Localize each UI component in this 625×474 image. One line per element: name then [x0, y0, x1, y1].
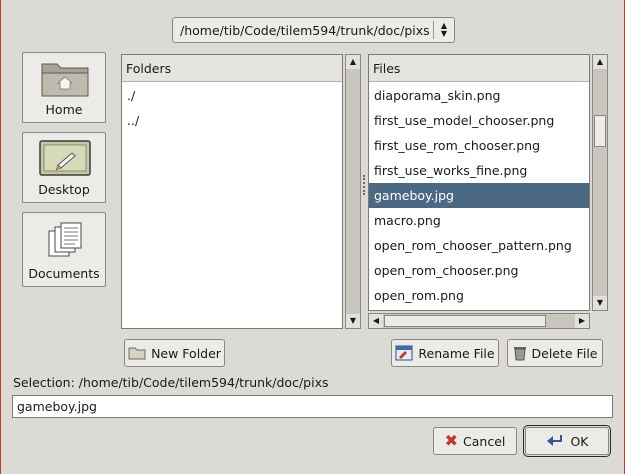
file-row[interactable]: first_use_rom_chooser.png: [369, 133, 589, 158]
scroll-right-arrow-icon[interactable]: ▶: [575, 314, 589, 328]
folders-list[interactable]: Folders ./ ../: [121, 54, 343, 329]
hscroll-thumb[interactable]: [384, 315, 546, 327]
delete-file-button[interactable]: Delete File: [507, 339, 603, 367]
files-header[interactable]: Files: [369, 55, 589, 82]
path-combo[interactable]: /home/tib/Code/tilem594/trunk/doc/pixs ▲…: [172, 17, 455, 43]
file-row[interactable]: open_rom_chooser_pattern.png: [369, 233, 589, 258]
scroll-up-arrow-icon[interactable]: ▲: [346, 55, 360, 69]
rename-file-label: Rename File: [418, 345, 495, 361]
ok-button[interactable]: OK: [523, 425, 611, 457]
delete-file-label: Delete File: [531, 345, 598, 361]
file-row[interactable]: diaporama_skin.png: [369, 83, 589, 108]
trash-icon: [513, 347, 526, 361]
files-hscrollbar[interactable]: ◀ ▶: [368, 313, 590, 329]
file-row[interactable]: open_rom.png: [369, 283, 589, 308]
shortcut-documents[interactable]: Documents: [22, 212, 106, 287]
selection-input[interactable]: [12, 395, 613, 418]
documents-icon: [48, 222, 82, 257]
shortcut-home-label: Home: [45, 102, 83, 117]
up-down-arrows-icon: ▲ ▼: [440, 21, 448, 38]
rename-file-button[interactable]: Rename File: [391, 339, 499, 367]
cancel-x-icon: ✖: [444, 431, 459, 450]
window-left-edge: [0, 0, 1, 474]
file-row[interactable]: open_rom_chooser.png: [369, 258, 589, 283]
new-folder-label: New Folder: [151, 345, 221, 361]
scroll-down-arrow-icon[interactable]: ▼: [593, 296, 607, 310]
enter-arrow-icon: [547, 435, 563, 446]
scroll-thumb[interactable]: [594, 115, 606, 147]
file-row[interactable]: first_use_model_chooser.png: [369, 108, 589, 133]
folder-row[interactable]: ../: [122, 108, 342, 133]
file-row[interactable]: macro.png: [369, 208, 589, 233]
selection-label: Selection: /home/tib/Code/tilem594/trunk…: [13, 375, 329, 390]
scroll-down-arrow-icon[interactable]: ▼: [346, 314, 360, 328]
new-folder-button[interactable]: New Folder: [124, 339, 225, 367]
folder-row[interactable]: ./: [122, 83, 342, 108]
folder-home-icon: [41, 63, 89, 97]
desktop-icon: [39, 140, 91, 176]
cancel-label: Cancel: [463, 433, 506, 449]
scroll-up-arrow-icon[interactable]: ▲: [593, 55, 607, 69]
ok-label: OK: [570, 433, 589, 449]
shortcut-desktop[interactable]: Desktop: [22, 132, 106, 203]
file-row[interactable]: first_use_works_fine.png: [369, 158, 589, 183]
rename-file-icon: [395, 345, 413, 361]
pane-splitter-handle[interactable]: [363, 175, 367, 195]
path-combo-value: /home/tib/Code/tilem594/trunk/doc/pixs: [180, 22, 430, 38]
shortcut-documents-label: Documents: [28, 266, 100, 281]
folder-icon: [128, 347, 146, 360]
files-list[interactable]: Files diaporama_skin.png first_use_model…: [368, 54, 590, 311]
cancel-button[interactable]: ✖ Cancel: [433, 427, 517, 455]
folders-vscrollbar[interactable]: ▲ ▼: [345, 54, 361, 329]
folders-header[interactable]: Folders: [122, 55, 342, 82]
shortcut-home[interactable]: Home: [22, 52, 106, 123]
file-row-selected[interactable]: gameboy.jpg: [369, 183, 589, 208]
files-vscrollbar[interactable]: ▲ ▼: [592, 54, 608, 311]
shortcut-desktop-label: Desktop: [38, 182, 90, 197]
scroll-left-arrow-icon[interactable]: ◀: [369, 314, 383, 328]
